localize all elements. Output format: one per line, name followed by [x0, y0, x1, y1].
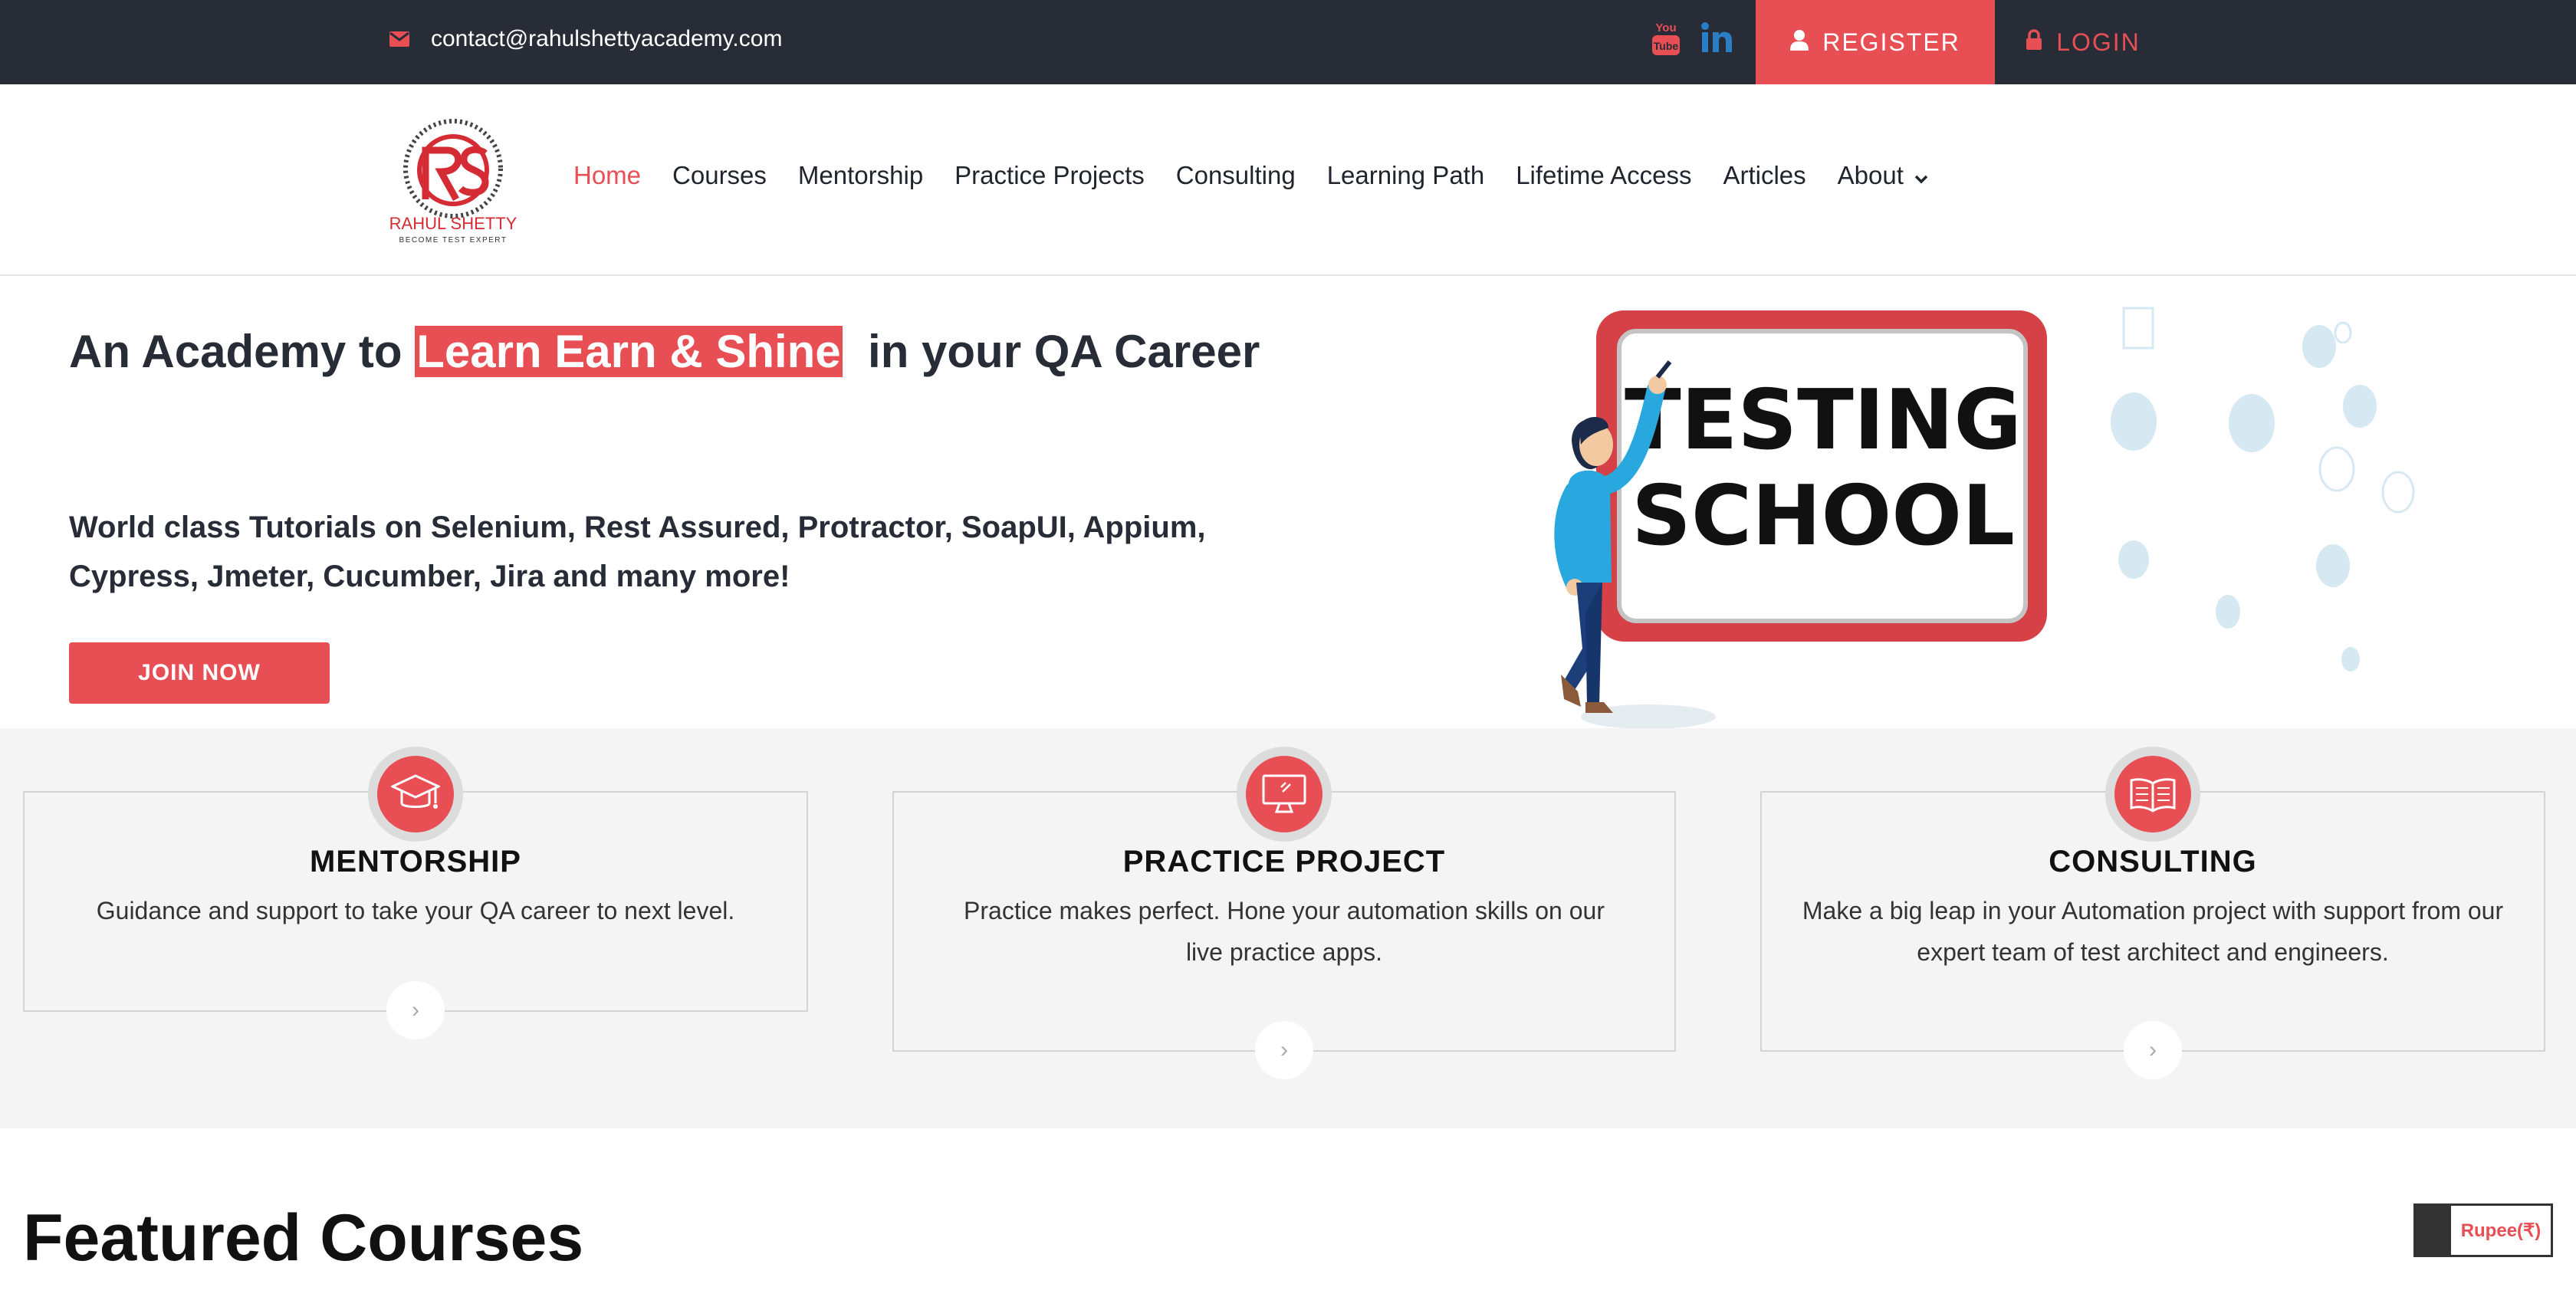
- badge-ring: [2105, 747, 2200, 842]
- nav-item-courses[interactable]: Courses: [672, 161, 767, 190]
- badge-ring: [368, 747, 463, 842]
- decor-bubbles: [2111, 325, 2377, 671]
- hero-title-highlight: Learn Earn & Shine: [415, 326, 843, 377]
- feature-title: CONSULTING: [2049, 845, 2257, 878]
- svg-text:Tube: Tube: [1654, 40, 1679, 52]
- logo-tagline: BECOME TEST EXPERT: [399, 236, 508, 245]
- feature-title: MENTORSHIP: [310, 845, 521, 878]
- nav-item-about[interactable]: About: [1838, 161, 1928, 190]
- nav-item-practice-projects[interactable]: Practice Projects: [955, 161, 1145, 190]
- nav-item-consulting[interactable]: Consulting: [1176, 161, 1296, 190]
- chevron-right-icon[interactable]: ›: [2124, 1021, 2182, 1079]
- badge-ring: [1237, 747, 1332, 842]
- monitor-icon: [1246, 756, 1322, 832]
- chevron-right-icon[interactable]: ›: [386, 981, 445, 1039]
- nav-item-learning-path[interactable]: Learning Path: [1327, 161, 1485, 190]
- nav-item-label: Practice Projects: [955, 161, 1145, 189]
- feature-text: Guidance and support to take your QA car…: [96, 897, 735, 924]
- nav-item-articles[interactable]: Articles: [1723, 161, 1806, 190]
- hero-title-suffix: in your QA Career: [842, 326, 1260, 377]
- register-button[interactable]: REGISTER: [1756, 0, 1995, 84]
- feature-text: Make a big leap in your Automation proje…: [1802, 897, 2504, 966]
- feature-card-consulting[interactable]: CONSULTING Make a big leap in your Autom…: [1760, 747, 2545, 1079]
- contact-email-text: contact@rahulshettyacademy.com: [431, 26, 783, 51]
- currency-label: Rupee(₹): [2460, 1220, 2542, 1241]
- user-icon: [1790, 28, 1809, 57]
- feature-card-mentorship[interactable]: MENTORSHIP Guidance and support to take …: [23, 747, 808, 1039]
- logo-text: RAHUL SHETTY: [389, 214, 518, 233]
- nav-item-mentorship[interactable]: Mentorship: [798, 161, 923, 190]
- youtube-icon[interactable]: You Tube: [1650, 18, 1682, 57]
- chevron-right-icon[interactable]: ›: [1255, 1021, 1313, 1079]
- nav-item-label: Home: [573, 161, 642, 189]
- lock-icon: [2026, 28, 2042, 57]
- hero-title-prefix: An Academy to: [69, 326, 416, 377]
- chevron-down-icon: [1914, 161, 1928, 190]
- svg-text:You: You: [1655, 21, 1676, 34]
- nav-item-label: Courses: [672, 161, 767, 189]
- linkedin-icon[interactable]: [1700, 21, 1734, 55]
- board-line-2: SCHOOL: [1631, 468, 2015, 564]
- rahul-shetty-logo[interactable]: RAHUL SHETTY BECOME TEST EXPERT: [387, 115, 519, 245]
- login-button[interactable]: LOGIN: [1995, 0, 2171, 84]
- feature-text: Practice makes perfect. Hone your automa…: [964, 897, 1605, 966]
- currency-toggle[interactable]: Rupee(₹): [2413, 1203, 2553, 1257]
- nav-item-label: Learning Path: [1326, 161, 1485, 189]
- hero-subtitle: World class Tutorials on Selenium, Rest …: [69, 511, 1206, 593]
- main-nav-bar: RAHUL SHETTY BECOME TEST EXPERT Home Cou…: [0, 84, 2576, 276]
- hero-title: An Academy to Learn Earn & Shine in your…: [69, 314, 1342, 389]
- nav-item-label: Mentorship: [797, 161, 924, 189]
- nav-item-label: About: [1837, 161, 1904, 189]
- features-section: MENTORSHIP Guidance and support to take …: [0, 728, 2576, 1128]
- board-line-1: TESTING: [1625, 373, 2022, 468]
- graduation-cap-icon: [377, 756, 454, 832]
- nav-item-home[interactable]: Home: [573, 161, 641, 190]
- contact-email[interactable]: contact@rahulshettyacademy.com: [389, 26, 782, 52]
- nav-item-label: Articles: [1723, 161, 1806, 189]
- testing-school-illustration: TESTING SCHOOL: [1526, 291, 2430, 729]
- feature-card-practice-project[interactable]: PRACTICE PROJECT Practice makes perfect.…: [892, 747, 1676, 1079]
- feature-title: PRACTICE PROJECT: [1122, 845, 1446, 878]
- nav-menu: Home Courses Mentorship Practice Project…: [573, 161, 1960, 190]
- login-label: LOGIN: [2056, 28, 2141, 56]
- nav-item-label: Consulting: [1175, 161, 1296, 189]
- featured-courses-heading: Featured Courses: [23, 1201, 584, 1275]
- join-now-button[interactable]: JOIN NOW: [69, 642, 330, 704]
- envelope-icon: [389, 31, 409, 47]
- toggle-knob: [2416, 1206, 2451, 1255]
- book-icon: [2114, 756, 2191, 832]
- nav-item-lifetime-access[interactable]: Lifetime Access: [1516, 161, 1691, 190]
- top-bar: contact@rahulshettyacademy.com You Tube …: [0, 0, 2576, 84]
- register-label: REGISTER: [1822, 28, 1960, 56]
- nav-item-label: Lifetime Access: [1516, 161, 1692, 189]
